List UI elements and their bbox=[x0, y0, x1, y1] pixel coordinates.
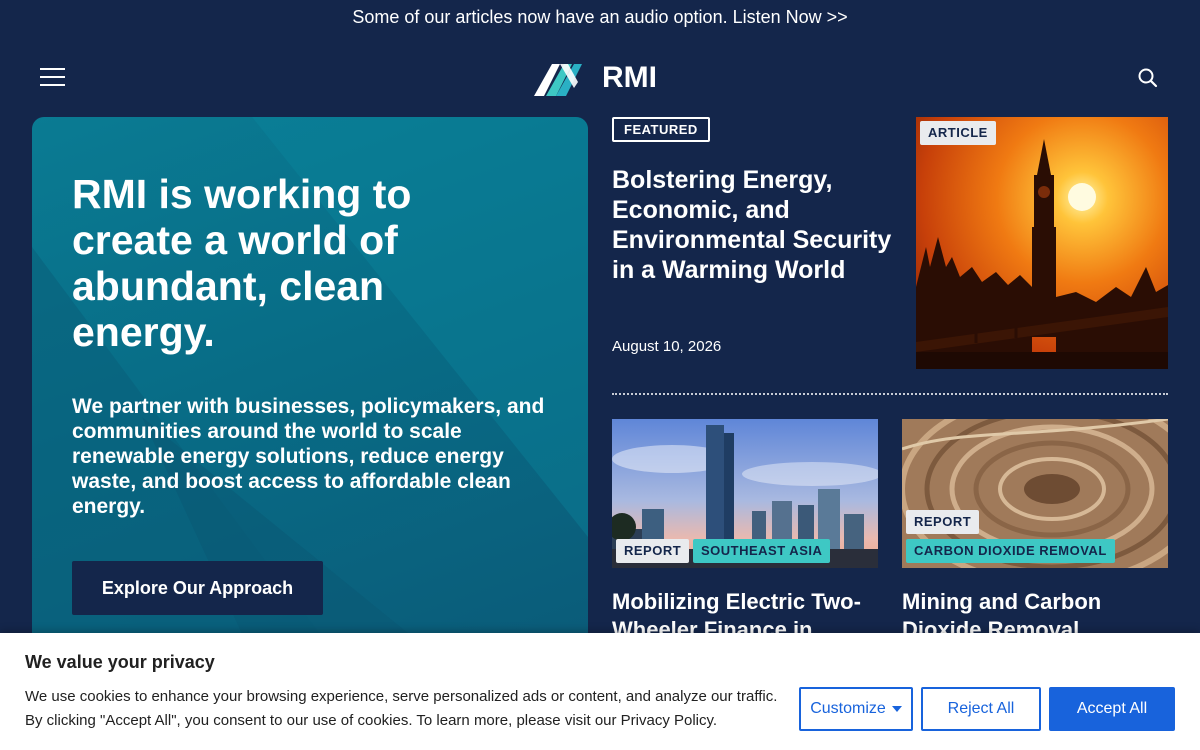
section-divider bbox=[612, 393, 1168, 395]
report-tag: REPORT bbox=[616, 539, 690, 563]
cookie-banner-title: We value your privacy bbox=[25, 652, 215, 672]
site-logo[interactable]: RMI bbox=[534, 58, 668, 98]
cookie-banner-text: We use cookies to enhance your browsing … bbox=[25, 688, 778, 729]
article-tag: ARTICLE bbox=[920, 121, 996, 145]
customize-button[interactable]: Customize bbox=[799, 687, 913, 731]
hero-description: We partner with businesses, policymakers… bbox=[72, 395, 545, 518]
featured-badge: FEATURED bbox=[612, 117, 710, 142]
featured-article-date: August 10, 2026 bbox=[612, 338, 722, 355]
topic-tag: SOUTHEAST ASIA bbox=[693, 539, 831, 563]
card-image-ev-finance[interactable]: REPORT SOUTHEAST ASIA bbox=[612, 419, 878, 568]
cookie-consent-banner: We value your privacy We use cookies to … bbox=[0, 633, 1200, 750]
explore-approach-button[interactable]: Explore Our Approach bbox=[72, 561, 323, 615]
hero-panel: RMI is working to create a world of abun… bbox=[32, 117, 588, 677]
logo-text: RMI bbox=[602, 61, 657, 94]
search-icon[interactable] bbox=[1136, 66, 1160, 90]
menu-icon[interactable] bbox=[40, 68, 65, 86]
featured-article-title[interactable]: Bolstering Energy, Economic, and Environ… bbox=[612, 165, 902, 285]
menu-line bbox=[40, 84, 65, 86]
announcement-bar: Some of our articles now have an audio o… bbox=[0, 0, 1200, 34]
menu-line bbox=[40, 68, 65, 70]
rmi-logo-mark bbox=[534, 64, 582, 96]
customize-label: Customize bbox=[810, 700, 886, 717]
hero-title: RMI is working to create a world of abun… bbox=[72, 171, 412, 355]
accept-all-button[interactable]: Accept All bbox=[1049, 687, 1175, 731]
topic-tag: CARBON DIOXIDE REMOVAL bbox=[906, 539, 1115, 563]
card-image-mining-cdr[interactable]: REPORT CARBON DIOXIDE REMOVAL bbox=[902, 419, 1168, 568]
menu-line bbox=[40, 76, 65, 78]
report-tag: REPORT bbox=[906, 510, 980, 534]
caret-down-icon bbox=[891, 705, 902, 712]
announcement-link[interactable]: Some of our articles now have an audio o… bbox=[352, 7, 847, 27]
sunset-big-ben-image bbox=[916, 117, 1168, 369]
featured-article-image[interactable]: ARTICLE bbox=[916, 117, 1168, 369]
reject-all-button[interactable]: Reject All bbox=[921, 687, 1041, 731]
